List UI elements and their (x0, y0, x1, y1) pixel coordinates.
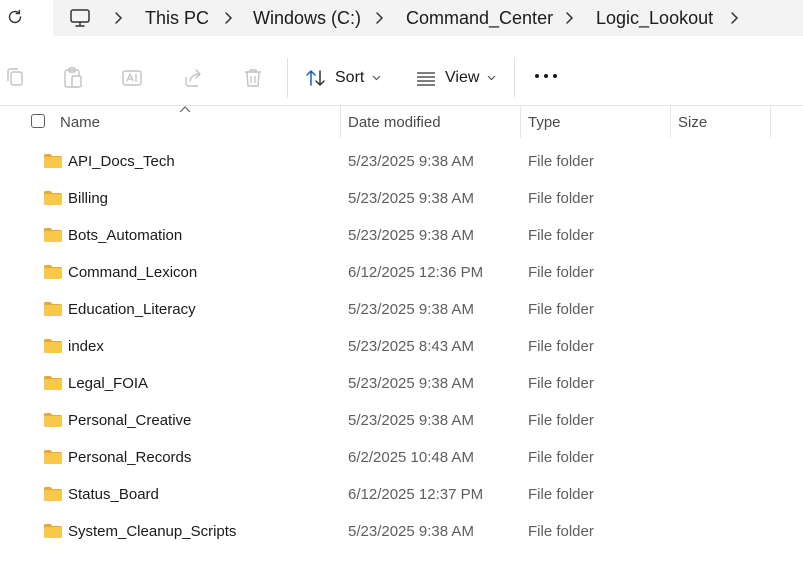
column-size[interactable]: Size (678, 114, 707, 131)
chevron-down-icon (487, 75, 496, 81)
table-row[interactable]: Bots_Automation 5/23/2025 9:38 AM File f… (0, 218, 803, 255)
folder-icon (44, 154, 62, 168)
file-date: 5/23/2025 9:38 AM (348, 412, 474, 429)
file-type: File folder (528, 190, 594, 207)
folder-icon (44, 228, 62, 242)
table-row[interactable]: System_Cleanup_Scripts 5/23/2025 9:38 AM… (0, 514, 803, 551)
copy-icon[interactable] (4, 66, 26, 90)
view-icon (417, 72, 435, 86)
file-type: File folder (528, 375, 594, 392)
select-all-checkbox[interactable] (31, 114, 45, 128)
folder-icon (44, 376, 62, 390)
file-type: File folder (528, 486, 594, 503)
share-icon[interactable] (182, 66, 204, 90)
table-row[interactable]: Personal_Creative 5/23/2025 9:38 AM File… (0, 403, 803, 440)
file-date: 5/23/2025 9:38 AM (348, 153, 474, 170)
breadcrumb-windows-c[interactable]: Windows (C:) (253, 0, 361, 36)
folder-icon (44, 191, 62, 205)
folder-icon (44, 302, 62, 316)
file-date: 5/23/2025 9:38 AM (348, 227, 474, 244)
table-row[interactable]: Education_Literacy 5/23/2025 9:38 AM Fil… (0, 292, 803, 329)
table-row[interactable]: Command_Lexicon 6/12/2025 12:36 PM File … (0, 255, 803, 292)
toolbar-divider (287, 58, 288, 98)
toolbar-divider (514, 58, 515, 98)
column-type[interactable]: Type (528, 114, 561, 131)
view-label: View (445, 69, 480, 86)
folder-icon (44, 487, 62, 501)
file-name: API_Docs_Tech (68, 153, 175, 170)
file-date: 5/23/2025 9:38 AM (348, 301, 474, 318)
file-type: File folder (528, 523, 594, 540)
file-name: Personal_Records (68, 449, 192, 466)
delete-icon[interactable] (242, 66, 264, 90)
chevron-right-icon[interactable] (372, 10, 386, 26)
file-type: File folder (528, 338, 594, 355)
address-bar[interactable]: This PC Windows (C:) Command_Center Logi… (53, 0, 803, 36)
file-date: 5/23/2025 9:38 AM (348, 523, 474, 540)
rename-icon[interactable] (121, 66, 143, 90)
file-type: File folder (528, 153, 594, 170)
breadcrumb-logic-lookout[interactable]: Logic_Lookout (596, 0, 713, 36)
file-name: index (68, 338, 104, 355)
column-divider[interactable] (520, 106, 521, 138)
chevron-right-icon[interactable] (562, 10, 576, 26)
file-date: 5/23/2025 9:38 AM (348, 375, 474, 392)
table-row[interactable]: Billing 5/23/2025 9:38 AM File folder (0, 181, 803, 218)
file-type: File folder (528, 301, 594, 318)
more-icon[interactable] (535, 74, 557, 80)
paste-icon[interactable] (62, 66, 84, 90)
view-button[interactable]: View (415, 66, 496, 90)
sort-icon (306, 70, 325, 86)
column-divider[interactable] (340, 106, 341, 138)
folder-icon (44, 450, 62, 464)
file-date: 5/23/2025 8:43 AM (348, 338, 474, 355)
table-row[interactable]: Status_Board 6/12/2025 12:37 PM File fol… (0, 477, 803, 514)
folder-icon (44, 339, 62, 353)
file-date: 6/12/2025 12:37 PM (348, 486, 484, 503)
column-header: Name Date modified Type Size (0, 106, 803, 140)
file-type: File folder (528, 264, 594, 281)
folder-icon (44, 413, 62, 427)
file-date: 6/2/2025 10:48 AM (348, 449, 474, 466)
column-divider[interactable] (770, 106, 771, 138)
file-type: File folder (528, 412, 594, 429)
file-name: System_Cleanup_Scripts (68, 523, 237, 540)
file-date: 5/23/2025 9:38 AM (348, 190, 474, 207)
file-name: Bots_Automation (68, 227, 183, 244)
computer-icon[interactable] (69, 7, 91, 29)
table-row[interactable]: API_Docs_Tech 5/23/2025 9:38 AM File fol… (0, 144, 803, 181)
chevron-right-icon[interactable] (111, 10, 125, 26)
breadcrumb-this-pc[interactable]: This PC (145, 0, 209, 36)
chevron-right-icon[interactable] (727, 10, 741, 26)
file-type: File folder (528, 449, 594, 466)
column-name[interactable]: Name (60, 114, 100, 131)
folder-icon (44, 265, 62, 279)
table-row[interactable]: Legal_FOIA 5/23/2025 9:38 AM File folder (0, 366, 803, 403)
file-name: Command_Lexicon (68, 264, 198, 281)
file-name: Legal_FOIA (68, 375, 149, 392)
command-bar: Sort View (0, 50, 803, 106)
file-name: Billing (68, 190, 109, 207)
file-name: Education_Literacy (68, 301, 196, 318)
file-name: Status_Board (68, 486, 159, 503)
address-bar-row: This PC Windows (C:) Command_Center Logi… (0, 0, 803, 38)
chevron-right-icon[interactable] (221, 10, 235, 26)
column-divider[interactable] (670, 106, 671, 138)
sort-up-icon (179, 106, 191, 113)
file-list: API_Docs_Tech 5/23/2025 9:38 AM File fol… (0, 144, 803, 551)
sort-button[interactable]: Sort (305, 66, 381, 90)
table-row[interactable]: Personal_Records 6/2/2025 10:48 AM File … (0, 440, 803, 477)
column-date-modified[interactable]: Date modified (348, 114, 441, 131)
folder-icon (44, 524, 62, 538)
file-date: 6/12/2025 12:36 PM (348, 264, 484, 281)
sort-label: Sort (335, 69, 365, 86)
file-name: Personal_Creative (68, 412, 192, 429)
table-row[interactable]: index 5/23/2025 8:43 AM File folder (0, 329, 803, 366)
chevron-down-icon (372, 75, 381, 81)
file-type: File folder (528, 227, 594, 244)
refresh-icon[interactable] (4, 6, 26, 28)
breadcrumb-command-center[interactable]: Command_Center (406, 0, 553, 36)
